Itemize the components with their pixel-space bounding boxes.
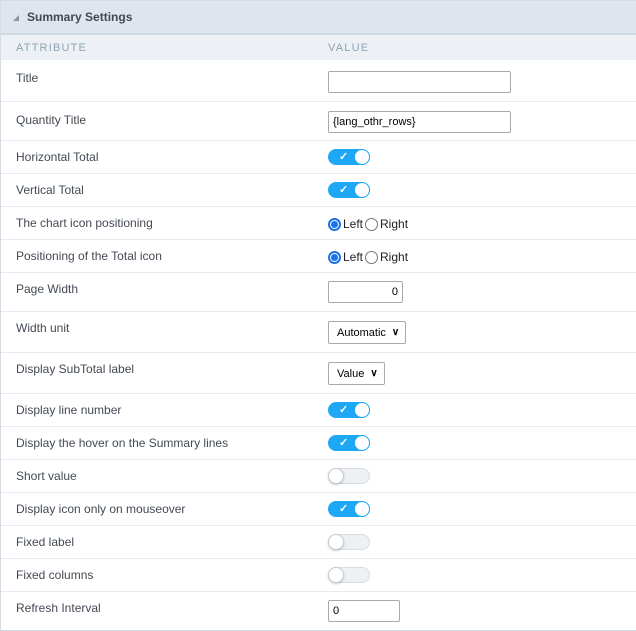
width-unit-select[interactable]: Automatic ∨ (328, 321, 407, 344)
chevron-down-icon: ∨ (370, 368, 378, 379)
total-icon-left-radio[interactable] (328, 250, 341, 264)
check-icon: ✓ (339, 437, 349, 449)
check-icon: ✓ (339, 404, 349, 416)
check-icon: ✓ (339, 151, 349, 163)
label-fixed-label: Fixed label (16, 535, 75, 549)
refresh-interval-input[interactable] (328, 600, 400, 622)
subtotal-label-select[interactable]: Value ∨ (328, 362, 385, 385)
label-quantity-title: Quantity Title (16, 113, 87, 127)
row-display-subtotal-label: Display SubTotal label Value ∨ (1, 353, 636, 394)
title-input[interactable] (328, 71, 511, 93)
row-page-width: Page Width (1, 273, 636, 312)
toggle-knob (328, 534, 344, 550)
total-icon-right-label[interactable]: Right (380, 250, 408, 264)
column-header-row: ATTRIBUTE VALUE (1, 35, 636, 60)
page-width-input[interactable] (328, 281, 403, 303)
chart-icon-position-radio-group: Left Right (328, 217, 410, 231)
fixed-label-toggle[interactable] (328, 534, 370, 550)
label-total-icon-positioning: Positioning of the Total icon (16, 249, 162, 263)
triangle-down-icon[interactable] (13, 15, 19, 21)
column-header-attribute: ATTRIBUTE (16, 41, 88, 54)
width-unit-selected-value: Automatic (337, 326, 386, 339)
row-width-unit: Width unit Automatic ∨ (1, 312, 636, 353)
row-short-value: Short value (1, 460, 636, 493)
toggle-knob (354, 501, 370, 517)
row-title: Title (1, 60, 636, 102)
panel-header[interactable]: Summary Settings (1, 1, 636, 35)
chevron-down-icon: ∨ (391, 327, 400, 338)
chart-icon-right-label[interactable]: Right (380, 217, 408, 231)
row-display-icon-mouseover: Display icon only on mouseover ✓ (1, 493, 636, 526)
quantity-title-input[interactable] (328, 111, 511, 133)
label-horizontal-total: Horizontal Total (16, 150, 99, 164)
chart-icon-left-radio[interactable] (328, 217, 341, 231)
label-display-icon-mouseover: Display icon only on mouseover (16, 502, 186, 516)
row-fixed-label: Fixed label (1, 526, 636, 559)
panel-title: Summary Settings (27, 10, 133, 24)
toggle-knob (354, 402, 370, 418)
total-icon-position-radio-group: Left Right (328, 250, 410, 264)
row-vertical-total: Vertical Total ✓ (1, 174, 636, 207)
check-icon: ✓ (339, 503, 349, 515)
toggle-knob (328, 468, 344, 484)
row-refresh-interval: Refresh Interval (1, 592, 636, 631)
column-header-value: VALUE (328, 41, 370, 54)
summary-settings-panel: Summary Settings ATTRIBUTE VALUE Title Q… (0, 0, 636, 631)
toggle-knob (354, 435, 370, 451)
label-short-value: Short value (16, 469, 77, 483)
chart-icon-left-label[interactable]: Left (343, 217, 363, 231)
label-fixed-columns: Fixed columns (16, 568, 94, 582)
display-hover-toggle[interactable]: ✓ (328, 435, 370, 451)
label-display-subtotal-label: Display SubTotal label (16, 362, 135, 376)
label-display-line-number: Display line number (16, 403, 122, 417)
short-value-toggle[interactable] (328, 468, 370, 484)
row-total-icon-positioning: Positioning of the Total icon Left Right (1, 240, 636, 273)
total-icon-left-label[interactable]: Left (343, 250, 363, 264)
toggle-knob (354, 182, 370, 198)
check-icon: ✓ (339, 184, 349, 196)
subtotal-label-selected-value: Value (337, 367, 365, 380)
toggle-knob (328, 567, 344, 583)
label-title: Title (16, 71, 39, 85)
display-line-number-toggle[interactable]: ✓ (328, 402, 370, 418)
vertical-total-toggle[interactable]: ✓ (328, 182, 370, 198)
label-width-unit: Width unit (16, 321, 70, 335)
row-quantity-title: Quantity Title (1, 102, 636, 141)
row-fixed-columns: Fixed columns (1, 559, 636, 592)
toggle-knob (354, 149, 370, 165)
row-display-hover: Display the hover on the Summary lines ✓ (1, 427, 636, 460)
row-chart-icon-positioning: The chart icon positioning Left Right (1, 207, 636, 240)
total-icon-right-radio[interactable] (365, 250, 379, 264)
row-display-line-number: Display line number ✓ (1, 394, 636, 427)
label-chart-icon-positioning: The chart icon positioning (16, 216, 153, 230)
label-display-hover: Display the hover on the Summary lines (16, 436, 229, 450)
label-page-width: Page Width (16, 282, 79, 296)
label-vertical-total: Vertical Total (16, 183, 84, 197)
horizontal-total-toggle[interactable]: ✓ (328, 149, 370, 165)
row-horizontal-total: Horizontal Total ✓ (1, 141, 636, 174)
display-icon-mouseover-toggle[interactable]: ✓ (328, 501, 370, 517)
label-refresh-interval: Refresh Interval (16, 601, 101, 615)
fixed-columns-toggle[interactable] (328, 567, 370, 583)
chart-icon-right-radio[interactable] (365, 217, 379, 231)
